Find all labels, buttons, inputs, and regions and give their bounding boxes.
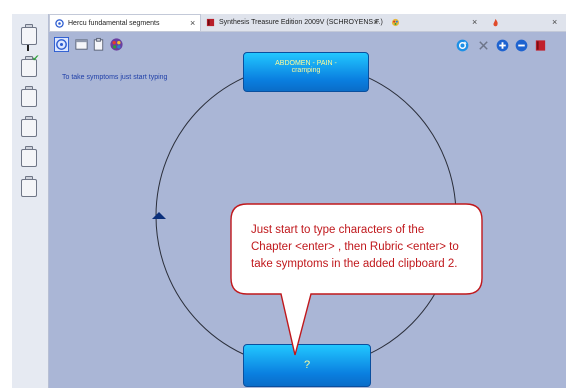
tooltip-line-2: Chapter <enter> , then Rubric <enter> to <box>251 241 459 253</box>
clipboard-2-icon[interactable]: ✔ <box>21 54 40 77</box>
clipboard-3-icon[interactable] <box>21 86 37 107</box>
tab-close-icon[interactable]: × <box>552 14 557 31</box>
tab-palette[interactable]: × <box>386 14 486 31</box>
clipboard-4-icon[interactable] <box>21 116 37 137</box>
tab-synthesis[interactable]: Synthesis Treasure Edition 2009V (SCHROY… <box>201 14 386 31</box>
segments-icon <box>55 19 64 28</box>
tab-bar: Hercu fundamental segments × Synthesis T… <box>49 14 566 32</box>
clipboard-1-icon[interactable] <box>21 24 37 51</box>
tab-label: Synthesis Treasure Edition 2009V (SCHROY… <box>219 19 383 26</box>
tooltip-bubble <box>230 203 483 356</box>
workspace: To take symptoms just start typing ABDOM… <box>49 32 566 388</box>
tooltip-line-1: Just start to type characters of the <box>251 224 425 236</box>
app-window: ✔ Hercu fundamental segments × Synthesis… <box>0 0 566 388</box>
clipboard-5-icon[interactable] <box>21 146 37 167</box>
tooltip-line-3: take symptoms in the added clipboard 2. <box>251 258 458 270</box>
tab-remedy[interactable]: × <box>486 14 566 31</box>
tooltip-text: Just start to type characters of the Cha… <box>251 222 461 273</box>
palette-icon <box>391 18 400 27</box>
tab-close-icon[interactable]: × <box>190 15 195 32</box>
tab-label: Hercu fundamental segments <box>68 20 160 27</box>
clipboard-sidebar: ✔ <box>12 14 49 388</box>
tab-close-icon[interactable]: × <box>373 14 378 31</box>
tab-close-icon[interactable]: × <box>472 14 477 31</box>
flame-icon <box>493 18 498 27</box>
clipboard-6-icon[interactable] <box>21 176 37 197</box>
tab-hercu-segments[interactable]: Hercu fundamental segments × <box>49 14 201 31</box>
book-icon <box>206 18 215 27</box>
